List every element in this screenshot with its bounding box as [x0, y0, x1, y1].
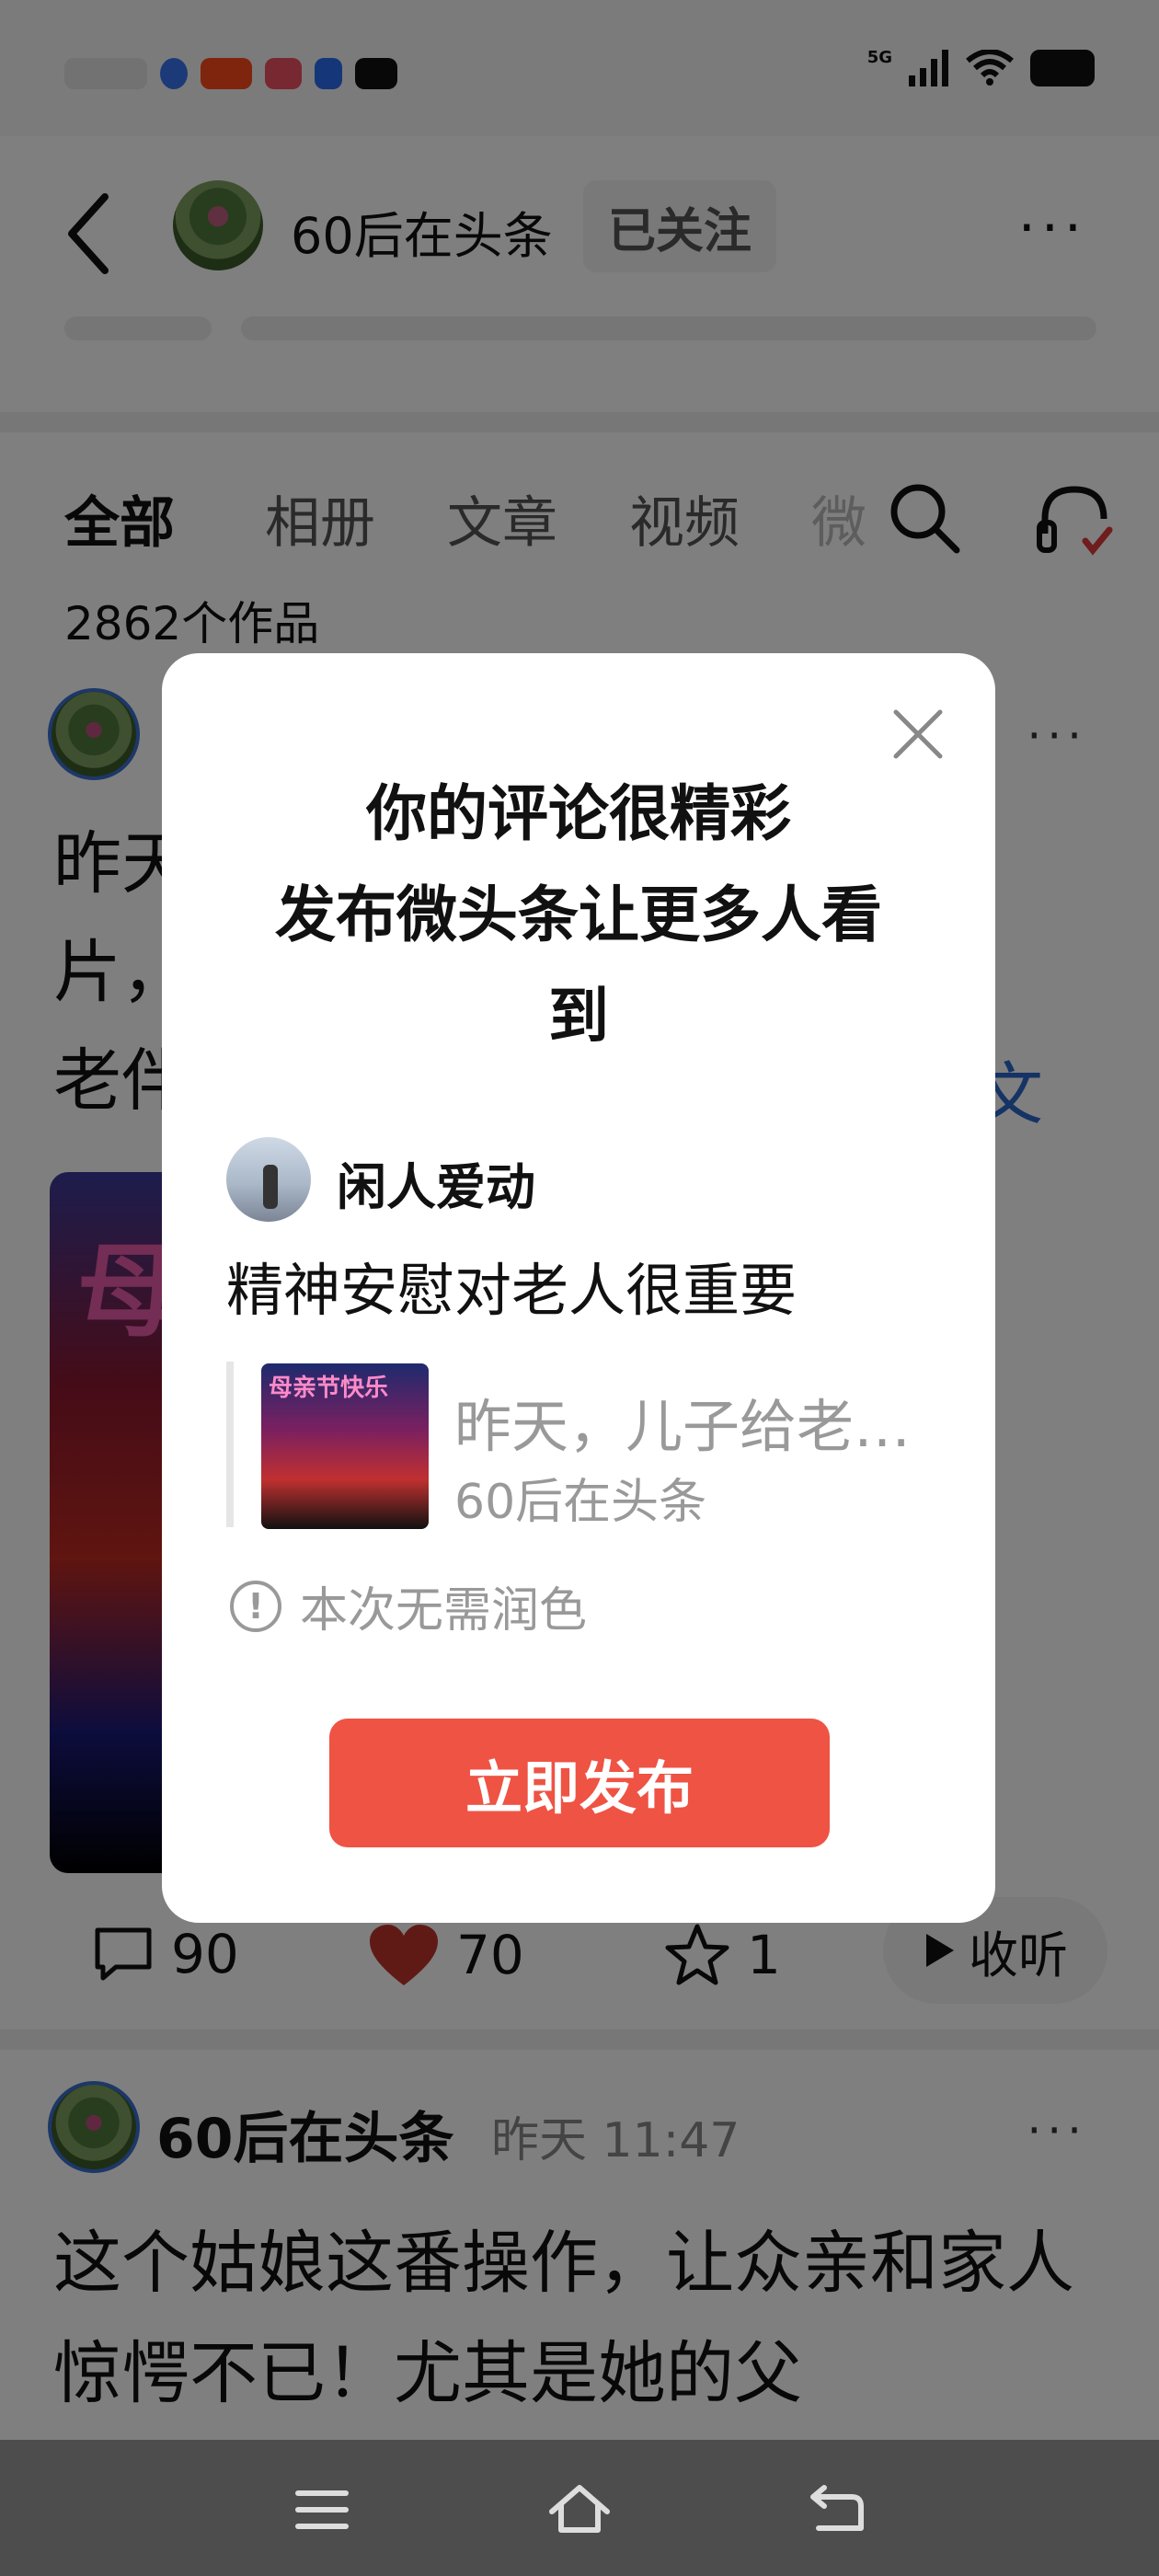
close-icon[interactable] [889, 705, 947, 764]
quote-bar [226, 1362, 234, 1527]
back-icon[interactable] [804, 2477, 870, 2543]
quoted-post-author: 60后在头条 [454, 1475, 707, 1530]
commenter-name: 闲人爱动 [337, 1158, 535, 1216]
quoted-post-title: 昨天，儿子给老… [454, 1393, 912, 1460]
system-nav-bar [0, 2440, 1159, 2576]
comment-text: 精神安慰对老人很重要 [226, 1257, 798, 1324]
hint-text: 本次无需润色 [300, 1583, 588, 1639]
info-icon: ! [230, 1580, 281, 1632]
polish-hint: ! 本次无需润色 [230, 1571, 587, 1640]
dialog-title-line: 发布微头条让更多人看 [275, 880, 882, 950]
commenter-avatar [226, 1137, 311, 1222]
dialog-title-line: 你的评论很精彩 [366, 778, 791, 849]
dialog-title-line: 到 [548, 981, 609, 1052]
menu-icon[interactable] [289, 2477, 355, 2543]
quoted-post-thumbnail: 母亲节快乐 [261, 1363, 429, 1529]
publish-button[interactable]: 立即发布 [329, 1719, 830, 1847]
home-icon[interactable] [546, 2477, 613, 2543]
dialog-title: 你的评论很精彩 发布微头条让更多人看 到 [217, 764, 940, 1067]
publish-prompt-dialog: 你的评论很精彩 发布微头条让更多人看 到 闲人爱动 精神安慰对老人很重要 母亲节… [162, 653, 995, 1923]
thumbnail-caption: 母亲节快乐 [269, 1374, 389, 1402]
